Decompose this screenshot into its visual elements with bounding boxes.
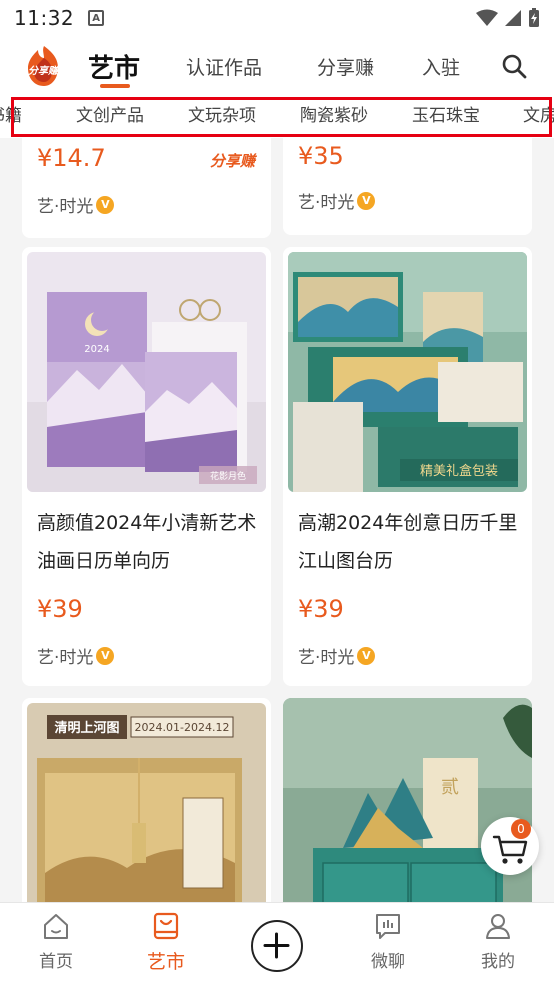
image-caption-text: 2024 <box>84 344 109 355</box>
add-post-button[interactable] <box>251 920 303 972</box>
plus-icon <box>263 932 290 959</box>
profile-icon <box>486 914 510 939</box>
image-date-text: 2024.01-2024.12 <box>135 721 230 734</box>
product-price: ¥39 <box>298 595 344 623</box>
nav-chat[interactable]: 微聊 <box>348 911 428 972</box>
status-bar: 11:32 A <box>0 0 554 36</box>
image-tag-text: 花影月色 <box>210 470 246 482</box>
tab-join[interactable]: 入驻 <box>422 36 460 96</box>
verified-icon: V <box>96 646 115 665</box>
verified-icon: V <box>357 646 376 665</box>
image-caption-text: 清明上河图 <box>54 720 119 736</box>
product-title: 高颜值2024年小清新艺术油画日历单向历 <box>37 512 257 572</box>
nav-market[interactable]: 艺市 <box>126 911 206 974</box>
category-ceramics[interactable]: 陶瓷紫砂 <box>300 96 368 136</box>
product-image: 花影月色 2024 <box>27 252 266 492</box>
image-caption-text: 精美礼盒包装 <box>420 463 498 479</box>
wifi-icon <box>476 9 498 26</box>
calendar-artwork-image: 精美礼盒包装 <box>288 252 527 492</box>
seller-name: 艺·时光 <box>298 193 355 213</box>
product-price: ¥39 <box>37 595 83 623</box>
home-icon <box>44 914 68 939</box>
product-card[interactable]: ¥35 艺·时光 V <box>283 138 532 235</box>
category-bar: 书籍 文创产品 文玩杂项 陶瓷紫砂 玉石珠宝 文房 <box>0 96 554 138</box>
product-price: ¥35 <box>298 142 344 170</box>
tab-share-earn[interactable]: 分享赚 <box>317 36 374 96</box>
chat-icon <box>376 914 400 939</box>
seller-name: 艺·时光 <box>37 648 94 668</box>
nav-profile[interactable]: 我的 <box>458 911 538 972</box>
product-price: ¥14.7 <box>37 144 106 172</box>
nav-profile-label: 我的 <box>481 952 515 972</box>
nav-home-label: 首页 <box>39 952 73 972</box>
product-card[interactable]: ¥14.7 分享赚 艺·时光 V <box>22 138 271 238</box>
category-cultural-products[interactable]: 文创产品 <box>76 96 144 136</box>
seller-info: 艺·时光 V <box>298 188 376 213</box>
category-antiques-misc[interactable]: 文玩杂项 <box>188 96 256 136</box>
product-feed[interactable]: ¥14.7 分享赚 艺·时光 V ¥35 艺·时光 V 花影月色 2024 高颜… <box>0 138 554 902</box>
product-image: 精美礼盒包装 <box>288 252 527 492</box>
cart-button[interactable]: 0 <box>481 817 539 875</box>
verified-icon: V <box>96 195 115 214</box>
top-header: 分享赚 艺市 认证作品 分享赚 入驻 <box>0 36 554 96</box>
calendar-artwork-image: 清明上河图 2024.01-2024.12 <box>27 703 266 902</box>
active-tab-indicator <box>100 84 130 88</box>
status-time: 11:32 <box>14 6 75 30</box>
bottom-nav: 首页 艺市 微聊 我的 <box>0 902 554 984</box>
calendar-artwork-image: 花影月色 2024 <box>27 252 266 492</box>
cart-count-badge: 0 <box>511 819 531 839</box>
status-icons <box>476 8 540 28</box>
category-jade-jewelry[interactable]: 玉石珠宝 <box>412 96 480 136</box>
nav-home[interactable]: 首页 <box>16 911 96 972</box>
battery-icon <box>529 8 539 27</box>
nav-chat-label: 微聊 <box>371 952 405 972</box>
app-logo[interactable]: 分享赚 <box>24 44 64 88</box>
product-image: 清明上河图 2024.01-2024.12 <box>27 703 266 902</box>
image-caption-text: 贰 <box>441 777 459 798</box>
notification-a-icon: A <box>88 10 105 26</box>
nav-market-label: 艺市 <box>146 951 185 973</box>
tab-certified-works[interactable]: 认证作品 <box>186 36 262 96</box>
seller-name: 艺·时光 <box>298 648 355 668</box>
seller-info: 艺·时光 V <box>298 643 376 668</box>
signal-icon <box>505 10 521 26</box>
product-card[interactable]: 精美礼盒包装 高潮2024年创意日历千里江山图台历 ¥39 艺·时光 V <box>283 247 532 686</box>
seller-info: 艺·时光 V <box>37 643 115 668</box>
category-books[interactable]: 书籍 <box>0 96 22 136</box>
product-card[interactable]: 花影月色 2024 高颜值2024年小清新艺术油画日历单向历 ¥39 艺·时光 … <box>22 247 271 686</box>
logo-text: 分享赚 <box>28 66 58 77</box>
product-card[interactable]: 清明上河图 2024.01-2024.12 <box>22 698 271 902</box>
verified-icon: V <box>357 191 376 210</box>
category-stationery[interactable]: 文房 <box>523 96 554 136</box>
search-icon[interactable] <box>500 52 528 80</box>
seller-info: 艺·时光 V <box>37 192 115 217</box>
seller-name: 艺·时光 <box>37 197 94 217</box>
product-title: 高潮2024年创意日历千里江山图台历 <box>298 512 518 572</box>
share-earn-tag: 分享赚 <box>209 152 255 170</box>
market-icon <box>153 912 179 940</box>
